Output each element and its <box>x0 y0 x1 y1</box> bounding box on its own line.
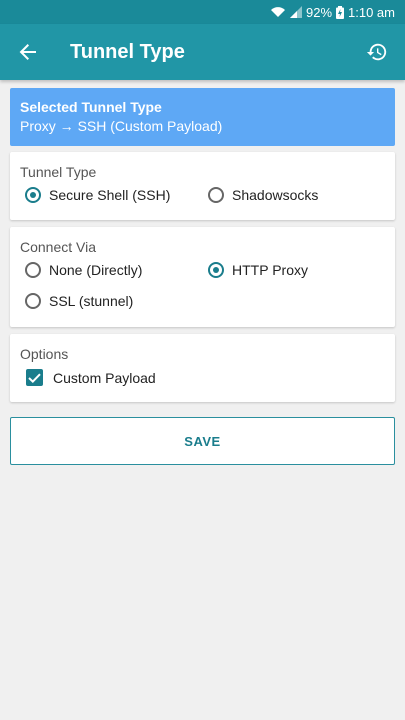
radio-unchecked-icon <box>25 293 41 309</box>
radio-none-directly[interactable]: None (Directly) <box>25 262 142 278</box>
history-button[interactable] <box>349 24 405 80</box>
back-button[interactable] <box>0 24 56 80</box>
history-icon <box>366 43 387 61</box>
custom-payload-label: Custom Payload <box>53 369 156 386</box>
options-label: Options <box>20 346 69 362</box>
options-card: Options Custom Payload <box>10 334 395 402</box>
radio-ssh[interactable]: Secure Shell (SSH) <box>25 187 170 203</box>
radio-checked-icon <box>25 187 41 203</box>
page-title: Tunnel Type <box>70 40 185 63</box>
banner-value: Proxy → SSH (Custom Payload) <box>20 118 223 134</box>
signal-icon <box>289 6 302 18</box>
radio-unchecked-icon <box>25 262 41 278</box>
custom-payload-checkbox[interactable]: Custom Payload <box>26 369 156 386</box>
radio-none-label: None (Directly) <box>49 262 143 278</box>
battery-icon <box>336 5 345 19</box>
radio-http-proxy-label: HTTP Proxy <box>232 262 308 278</box>
connect-via-label: Connect Via <box>20 239 97 255</box>
radio-shadowsocks-label: Shadowsocks <box>232 187 319 203</box>
clock: 1:10 am <box>348 4 395 20</box>
checkbox-checked-icon <box>26 369 43 386</box>
radio-ssl-stunnel[interactable]: SSL (stunnel) <box>25 293 133 309</box>
banner-heading: Selected Tunnel Type <box>20 99 162 115</box>
save-button[interactable]: SAVE <box>10 417 395 465</box>
connect-via-card: Connect Via None (Directly) HTTP Proxy S… <box>10 227 395 327</box>
radio-checked-icon <box>208 262 224 278</box>
battery-level: 92% <box>305 4 333 20</box>
app-bar: Tunnel Type <box>0 24 405 80</box>
wifi-icon <box>270 6 286 18</box>
radio-ssh-label: Secure Shell (SSH) <box>49 187 171 203</box>
radio-ssl-label: SSL (stunnel) <box>49 293 134 309</box>
radio-unchecked-icon <box>208 187 224 203</box>
radio-http-proxy[interactable]: HTTP Proxy <box>208 262 308 278</box>
selected-tunnel-banner: Selected Tunnel Type Proxy → SSH (Custom… <box>10 88 395 146</box>
tunnel-type-card: Tunnel Type Secure Shell (SSH) Shadowsoc… <box>10 152 395 220</box>
radio-shadowsocks[interactable]: Shadowsocks <box>208 187 318 203</box>
arrow-left-icon <box>19 44 36 60</box>
status-bar: 92% 1:10 am <box>0 0 405 24</box>
tunnel-type-label: Tunnel Type <box>20 164 97 180</box>
